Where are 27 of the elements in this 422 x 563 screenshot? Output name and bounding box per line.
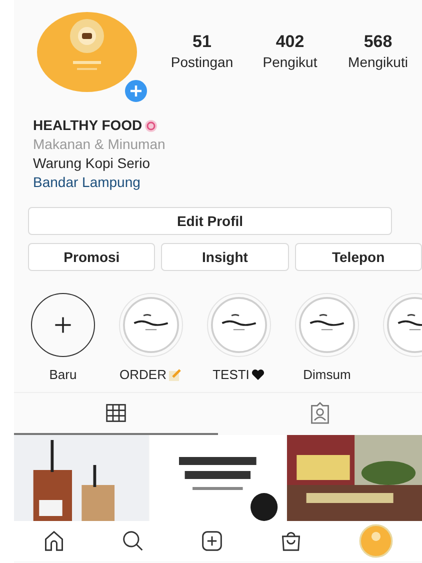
edit-profile-button[interactable]: Edit Profil bbox=[28, 207, 392, 235]
profile-action-button[interactable]: Insight bbox=[161, 243, 289, 271]
stat-count: 568 bbox=[364, 32, 392, 52]
location-link[interactable]: Bandar Lampung bbox=[33, 173, 422, 192]
search-icon[interactable] bbox=[122, 530, 144, 552]
add-post-icon[interactable] bbox=[200, 530, 223, 552]
profile-name: HEALTHY FOOD bbox=[33, 116, 142, 135]
memo-icon bbox=[168, 368, 182, 382]
stat-label: Mengikuti bbox=[348, 54, 408, 70]
stat-count: 51 bbox=[192, 32, 212, 52]
grid-icon bbox=[105, 402, 127, 424]
highlight-label: TESTI bbox=[212, 367, 250, 382]
profile-action-button[interactable]: Promosi bbox=[28, 243, 156, 271]
profile-category: Makanan & Minuman bbox=[33, 135, 166, 154]
highlight-label: ORDER bbox=[120, 367, 166, 382]
profile-bio: Warung Kopi Serio bbox=[33, 154, 151, 173]
home-icon[interactable] bbox=[42, 530, 65, 552]
stat-count: 402 bbox=[276, 32, 304, 52]
stat-label: Pengikut bbox=[262, 54, 318, 70]
shopping-bag-icon[interactable] bbox=[280, 530, 302, 552]
highlight-label: Baru bbox=[49, 367, 77, 382]
profile-action-button[interactable]: Telepon bbox=[294, 243, 422, 271]
stat-label: Postingan bbox=[170, 54, 234, 70]
tagged-person-icon bbox=[309, 402, 331, 424]
highlight-label: Dimsum bbox=[303, 367, 351, 382]
fish-cake-icon bbox=[144, 118, 158, 132]
heart-icon bbox=[251, 368, 266, 382]
